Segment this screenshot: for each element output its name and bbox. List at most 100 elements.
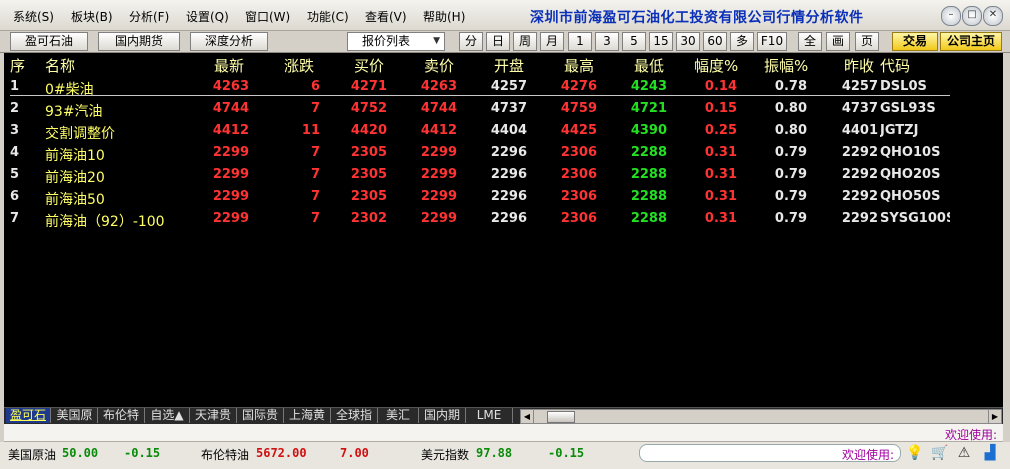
header-change: 涨跌 bbox=[284, 57, 315, 75]
company-home-button[interactable]: 公司主页 bbox=[940, 32, 1002, 51]
cell-name: 前海油（92）-100 bbox=[45, 214, 165, 230]
menu-analysis[interactable]: 分析(F) bbox=[129, 8, 169, 25]
depth-analysis-button[interactable]: 深度分析 bbox=[190, 32, 268, 51]
cell-bid: 2305 bbox=[350, 145, 387, 160]
header-bid: 买价 bbox=[354, 57, 385, 75]
cell-high: 2306 bbox=[560, 167, 597, 182]
header-code: 代码 bbox=[880, 57, 911, 75]
cart-icon[interactable]: 🛒 bbox=[931, 445, 948, 461]
cell-open: 4257 bbox=[490, 79, 527, 94]
cell-amp: 0.79 bbox=[774, 167, 807, 182]
status-brent-value: 5672.00 bbox=[256, 446, 307, 460]
cell-high: 4759 bbox=[560, 101, 597, 116]
tab-brent[interactable]: 布伦特 bbox=[98, 408, 145, 423]
cell-low: 4390 bbox=[630, 123, 667, 138]
cell-name: 0#柴油 bbox=[45, 82, 94, 98]
trade-button[interactable]: 交易 bbox=[892, 32, 938, 51]
menu-view[interactable]: 查看(V) bbox=[365, 8, 407, 25]
cell-high: 4425 bbox=[560, 123, 597, 138]
domestic-futures-button[interactable]: 国内期货 bbox=[98, 32, 180, 51]
scrollbar-thumb[interactable] bbox=[547, 411, 575, 423]
table-row[interactable]: 7 前海油（92）-100 2299 7 2302 2299 2296 2306 2288 0.3… bbox=[4, 209, 1003, 231]
cell-prev: 2292 bbox=[841, 211, 878, 226]
page-button[interactable]: 页 bbox=[855, 32, 879, 51]
period-3-button[interactable]: 3 bbox=[595, 32, 619, 51]
full-button[interactable]: 全 bbox=[798, 32, 822, 51]
tab-intl-precious[interactable]: 国际贵 bbox=[237, 408, 284, 423]
quote-panel: 序 名称 最新 涨跌 买价 卖价 开盘 最高 最低 幅度% 振幅% 昨收 代码 … bbox=[4, 53, 1003, 407]
cell-code: QHO10S bbox=[880, 145, 941, 160]
cell-pct: 0.31 bbox=[704, 189, 737, 204]
cell-prev: 2292 bbox=[841, 189, 878, 204]
minimize-button[interactable]: – bbox=[941, 6, 961, 26]
cell-code: JGTZJ bbox=[880, 123, 919, 138]
tab-usd[interactable]: 美汇 bbox=[378, 408, 419, 423]
cell-high: 2306 bbox=[560, 189, 597, 204]
menu-system[interactable]: 系统(S) bbox=[13, 8, 54, 25]
cell-chg: 7 bbox=[310, 145, 320, 160]
table-row[interactable]: 3 交割调整价 4412 11 4420 4412 4404 4425 4390 0.25 0.80… bbox=[4, 121, 1003, 143]
menu-function[interactable]: 功能(C) bbox=[307, 8, 349, 25]
quote-list-dropdown[interactable]: 报价列表 ▼ bbox=[347, 32, 445, 51]
cell-chg: 6 bbox=[310, 79, 320, 94]
menu-sector[interactable]: 板块(B) bbox=[71, 8, 113, 25]
tab-watchlist[interactable]: 自选▲ bbox=[145, 408, 190, 423]
cell-ask: 2299 bbox=[420, 167, 457, 182]
tab-yingke[interactable]: 盈可石 bbox=[6, 408, 51, 423]
table-row[interactable]: 2 93#汽油 4744 7 4752 4744 4737 4759 4721 0.15 0.80 4… bbox=[4, 99, 1003, 121]
tab-scrollbar[interactable]: ◀ ▶ bbox=[520, 409, 1002, 424]
close-button[interactable]: ✕ bbox=[983, 6, 1003, 26]
period-30-button[interactable]: 30 bbox=[676, 32, 700, 51]
period-day-button[interactable]: 日 bbox=[486, 32, 510, 51]
cell-open: 2296 bbox=[490, 145, 527, 160]
table-row[interactable]: 4 前海油10 2299 7 2305 2299 2296 2306 2288 0.31 0.79 2… bbox=[4, 143, 1003, 165]
status-brent-change: 7.00 bbox=[340, 446, 369, 460]
cell-amp: 0.80 bbox=[774, 123, 807, 138]
cell-last: 4412 bbox=[212, 123, 249, 138]
app-title: 深圳市前海盈可石油化工投资有限公司行情分析软件 bbox=[530, 10, 864, 26]
menu-window[interactable]: 窗口(W) bbox=[245, 8, 290, 25]
period-15-button[interactable]: 15 bbox=[649, 32, 673, 51]
period-month-button[interactable]: 月 bbox=[540, 32, 564, 51]
warning-icon[interactable]: ⚠ bbox=[956, 445, 972, 461]
tab-shanghai-gold[interactable]: 上海黄 bbox=[284, 408, 331, 423]
restore-button[interactable]: □ bbox=[962, 6, 982, 26]
draw-button[interactable]: 画 bbox=[826, 32, 850, 51]
cell-pct: 0.31 bbox=[704, 145, 737, 160]
signal-icon: ▟ bbox=[984, 445, 996, 461]
status-usd-index-value: 97.88 bbox=[476, 446, 513, 460]
cell-pct: 0.31 bbox=[704, 167, 737, 182]
cell-high: 2306 bbox=[560, 211, 597, 226]
toolbar: 盈可石油 国内期货 深度分析 报价列表 ▼ 分 日 周 月 1 3 5 15 3… bbox=[0, 31, 1010, 53]
header-ask: 卖价 bbox=[424, 57, 455, 75]
tab-global-index[interactable]: 全球指 bbox=[331, 408, 378, 423]
table-row[interactable]: 6 前海油50 2299 7 2305 2299 2296 2306 2288 0.31 0.79 2… bbox=[4, 187, 1003, 209]
menu-help[interactable]: 帮助(H) bbox=[423, 8, 465, 25]
cell-code: GSL93S bbox=[880, 101, 936, 116]
tab-domestic-futures[interactable]: 国内期 bbox=[419, 408, 466, 423]
cell-prev: 4257 bbox=[841, 79, 878, 94]
period-60-button[interactable]: 60 bbox=[703, 32, 727, 51]
period-minute-button[interactable]: 分 bbox=[459, 32, 483, 51]
header-no: 序 bbox=[10, 57, 26, 75]
table-row[interactable]: 1 0#柴油 4263 6 4271 4263 4257 4276 4243 0.14 0.78 42… bbox=[4, 77, 1003, 99]
lightbulb-icon[interactable]: 💡 bbox=[906, 445, 923, 461]
menu-settings[interactable]: 设置(Q) bbox=[186, 8, 229, 25]
tab-tianjin-precious[interactable]: 天津贵 bbox=[190, 408, 237, 423]
yingke-oil-button[interactable]: 盈可石油 bbox=[10, 32, 88, 51]
tab-us-crude[interactable]: 美国原 bbox=[52, 408, 98, 423]
table-row[interactable]: 5 前海油20 2299 7 2305 2299 2296 2306 2288 0.31 0.79 2… bbox=[4, 165, 1003, 187]
scroll-right-icon[interactable]: ▶ bbox=[988, 410, 1001, 423]
cell-pct: 0.25 bbox=[704, 123, 737, 138]
cell-high: 4276 bbox=[560, 79, 597, 94]
cell-amp: 0.79 bbox=[774, 145, 807, 160]
scroll-left-icon[interactable]: ◀ bbox=[521, 410, 534, 423]
f10-button[interactable]: F10 bbox=[757, 32, 787, 51]
tab-lme[interactable]: LME bbox=[466, 408, 513, 423]
cell-last: 2299 bbox=[212, 189, 249, 204]
period-1-button[interactable]: 1 bbox=[568, 32, 592, 51]
period-week-button[interactable]: 周 bbox=[513, 32, 537, 51]
cell-low: 2288 bbox=[630, 167, 667, 182]
period-5-button[interactable]: 5 bbox=[622, 32, 646, 51]
period-multi-button[interactable]: 多 bbox=[730, 32, 754, 51]
